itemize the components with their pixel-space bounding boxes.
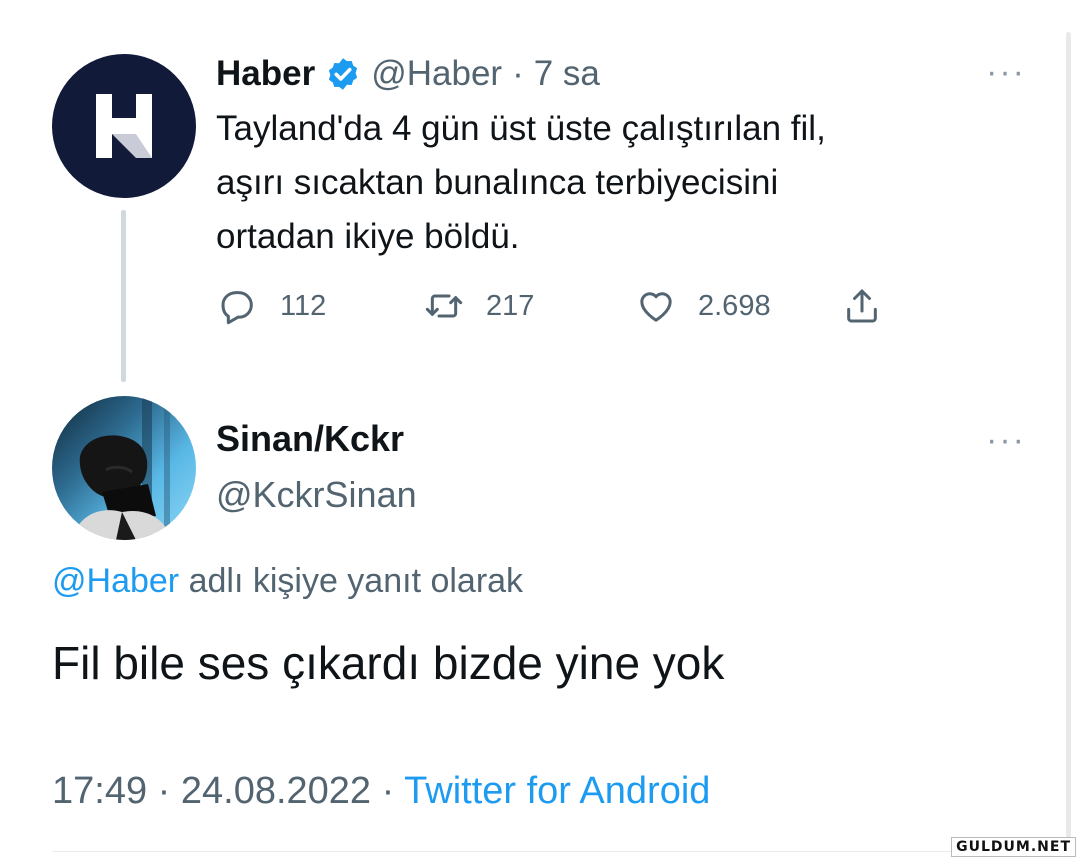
reply-to-label: adlı kişiye yanıt olarak (179, 562, 524, 600)
reply-count: 112 (280, 289, 327, 322)
tweet-text-line: ortadan ikiye böldü. (216, 217, 520, 256)
sinan-avatar[interactable] (52, 396, 196, 540)
heart-icon (640, 292, 672, 322)
original-tweet-header: Haber @Haber · 7 sa (216, 52, 600, 96)
scrollbar[interactable] (1066, 32, 1071, 852)
author-name[interactable]: Haber (216, 54, 315, 94)
reply-tweet-text: Fil bile ses çıkardı bizde yine yok (52, 637, 725, 689)
share-action[interactable] (842, 286, 882, 326)
meta-separator: · (371, 770, 405, 812)
header-separator: · (512, 54, 524, 93)
watermark: GULDUM.NET (951, 837, 1076, 857)
tweet-source-link[interactable]: Twitter for Android (404, 770, 710, 812)
haber-avatar[interactable] (52, 54, 196, 198)
meta-separator: · (147, 770, 181, 812)
thread-connector-line (121, 210, 126, 382)
verified-badge-icon (325, 56, 361, 92)
reply-more-options-icon[interactable]: ··· (986, 423, 1026, 457)
reply-action[interactable]: 112 (218, 286, 326, 326)
reply-to-mention-link[interactable]: @Haber (52, 562, 179, 600)
bottom-divider (52, 851, 1052, 852)
replying-to-line: @Haber adlı kişiye yanıt olarak (52, 562, 523, 601)
retweet-count: 217 (486, 289, 535, 322)
retweet-icon (425, 294, 463, 318)
author-handle[interactable]: @Haber (371, 54, 502, 94)
tweet-date[interactable]: 24.08.2022 (181, 770, 371, 812)
share-icon (847, 289, 877, 323)
tweet-text-line: Tayland'da 4 gün üst üste çalıştırılan f… (216, 109, 826, 148)
reply-icon (221, 291, 253, 325)
tweet-meta: 17:49 · 24.08.2022 · Twitter for Android (52, 770, 710, 813)
reply-author-handle[interactable]: @KckrSinan (216, 474, 417, 516)
reply-author-name[interactable]: Sinan/Kckr (216, 418, 404, 460)
like-action[interactable]: 2.698 (636, 286, 771, 326)
tweet-text-line: aşırı sıcaktan bunalınca terbiyecisini (216, 163, 779, 202)
profile-photo (72, 396, 172, 540)
tweet-time-ago[interactable]: 7 sa (534, 54, 600, 94)
retweet-action[interactable]: 217 (424, 286, 534, 326)
more-options-icon[interactable]: ··· (986, 55, 1026, 89)
original-tweet-text: Tayland'da 4 gün üst üste çalıştırılan f… (216, 102, 826, 264)
tweet-time[interactable]: 17:49 (52, 770, 147, 812)
haber-logo-icon (96, 94, 152, 158)
like-count: 2.698 (698, 289, 771, 322)
